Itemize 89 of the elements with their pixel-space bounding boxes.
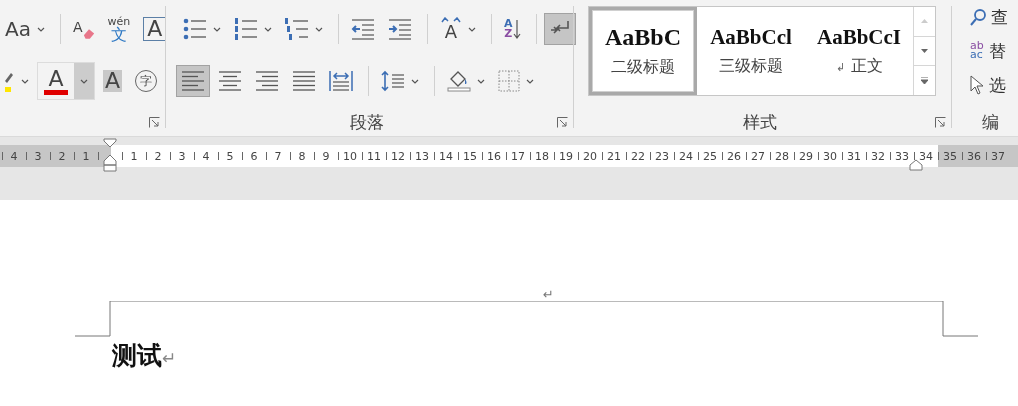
align-left-button[interactable] (176, 65, 210, 97)
search-icon (970, 8, 986, 26)
dialog-launcher-icon[interactable] (149, 116, 160, 128)
editing-command[interactable]: 查 (991, 5, 1008, 29)
eraser-icon (82, 27, 95, 39)
group-label: 编 (982, 110, 999, 134)
ruler-number: 22 (626, 145, 650, 167)
ruler-number: 18 (530, 145, 554, 167)
ruler-number: 37 (986, 145, 1010, 167)
style-item[interactable]: AaBbC 二级标题 (589, 7, 697, 95)
ruler-number: 21 (602, 145, 626, 167)
ruler-number: 32 (866, 145, 890, 167)
enclose-characters-button[interactable]: 字 (130, 65, 163, 97)
ruler-number: 24 (674, 145, 698, 167)
dialog-launcher-icon[interactable] (557, 116, 568, 128)
ruler-number: 27 (746, 145, 770, 167)
up-arrow-icon (921, 19, 928, 24)
editing-command[interactable]: 选 (989, 73, 1006, 97)
ruler-number: 17 (506, 145, 530, 167)
ruler-number: 5 (218, 145, 242, 167)
ruler-number: 3 (26, 145, 50, 167)
color-bar-icon (44, 89, 68, 95)
paragraph-mark: ↵ (162, 348, 177, 368)
down-arrow-icon (921, 49, 928, 53)
clear-formatting-button[interactable]: A (67, 13, 100, 45)
ruler-number: 7 (266, 145, 290, 167)
ruler-number: 16 (482, 145, 506, 167)
ruler-number: 33 (890, 145, 914, 167)
decrease-indent-icon (351, 18, 375, 40)
ruler-number: 36 (962, 145, 986, 167)
change-case-button[interactable]: Aa (0, 13, 50, 45)
ruler-number: 4 (2, 145, 26, 167)
font-color-button[interactable]: A (37, 62, 95, 100)
increase-indent-icon (388, 18, 412, 40)
align-right-icon (255, 70, 279, 92)
cursor-icon (970, 75, 984, 95)
ruler-number: 10 (338, 145, 362, 167)
right-indent-marker-icon[interactable] (909, 159, 923, 171)
ruler-number: 34 (914, 145, 938, 167)
ruler-number: 25 (698, 145, 722, 167)
ruler-number: 9 (314, 145, 338, 167)
group-label: 段落 (350, 110, 384, 134)
ruler-number: 1 (122, 145, 146, 167)
show-marks-button[interactable] (543, 13, 576, 45)
ruler-number: 6 (242, 145, 266, 167)
ruler-number: 12 (386, 145, 410, 167)
bullet-list-icon (183, 18, 207, 40)
ruler-number: 8 (290, 145, 314, 167)
down-arrow-icon (512, 19, 521, 39)
ruler-number: 23 (650, 145, 674, 167)
ruler-number: 31 (842, 145, 866, 167)
more-icon (921, 77, 928, 85)
replace-icon: ab ac (970, 42, 984, 60)
editing-command[interactable]: 替 (988, 39, 1006, 63)
indent-marker-icon[interactable] (103, 138, 117, 172)
body-text: 测试 (112, 340, 162, 372)
ruler-number: 29 (794, 145, 818, 167)
ruler-number: 4 (194, 145, 218, 167)
align-left-icon (181, 70, 205, 92)
ruler-number: 13 (410, 145, 434, 167)
sort-button[interactable]: A Z (499, 13, 526, 45)
ruler-number: 20 (578, 145, 602, 167)
distributed-icon (329, 70, 353, 92)
phonetic-guide-button[interactable]: wén 文 (102, 13, 136, 45)
ruler-number: 28 (770, 145, 794, 167)
ruler-number: 26 (722, 145, 746, 167)
ruler-number: 14 (434, 145, 458, 167)
ruler-number: 11 (362, 145, 386, 167)
ruler-number: 19 (554, 145, 578, 167)
multilevel-list-icon (285, 18, 309, 40)
ruler-number: 2 (50, 145, 74, 167)
paint-bucket-icon (447, 70, 471, 92)
paragraph-mark: ↵ (543, 288, 554, 302)
arrows-icon (440, 17, 462, 23)
align-center-icon (218, 70, 242, 92)
ruler-number: 30 (818, 145, 842, 167)
borders-icon (498, 70, 520, 92)
ruler-number: 15 (458, 145, 482, 167)
ruler-number: 1 (74, 145, 98, 167)
asian-layout-button[interactable]: A (435, 13, 481, 45)
numbered-list-icon (234, 18, 258, 40)
justify-icon (292, 70, 316, 92)
ruler-number: 3 (170, 145, 194, 167)
line-spacing-icon (381, 70, 405, 92)
ruler-number: 2 (146, 145, 170, 167)
ruler-number: 35 (938, 145, 962, 167)
dialog-launcher-icon[interactable] (935, 116, 946, 128)
character-shading-button[interactable]: A (98, 65, 128, 97)
group-label: 样式 (743, 110, 777, 134)
